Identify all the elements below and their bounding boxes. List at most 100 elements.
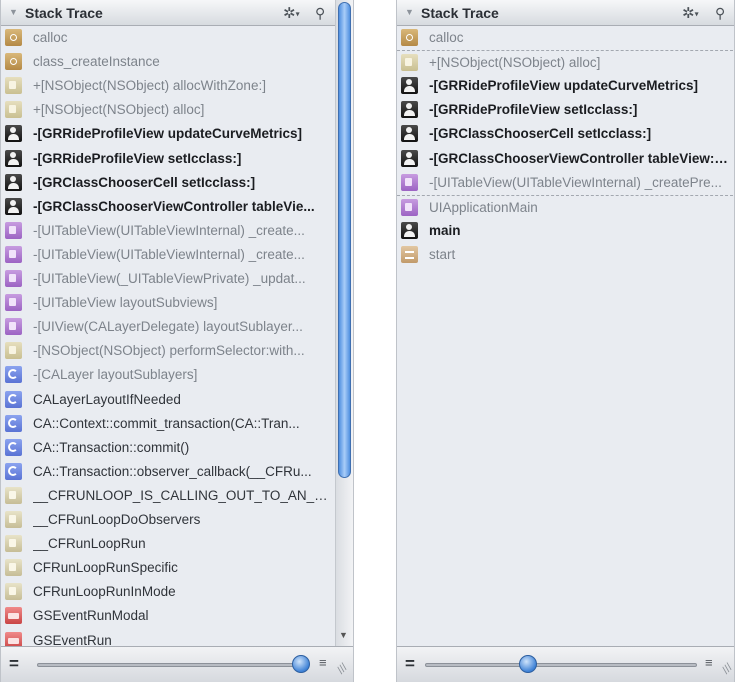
cf-library-icon [5, 535, 22, 553]
cf-library-icon [5, 583, 22, 601]
stack-frame-row[interactable]: CA::Transaction::observer_callback(__CFR… [1, 460, 333, 483]
panel-footer: = ≡ /// [1, 646, 353, 682]
stack-trace-panel-left: ▼ Stack Trace ✲▾ ⚲ calloc class_createIns… [0, 0, 354, 682]
search-icon[interactable]: ⚲ [315, 5, 325, 22]
stack-frame-row[interactable]: -[CALayer layoutSublayers] [1, 363, 333, 386]
stack-frame-symbol: CFRunLoopRunInMode [33, 584, 176, 600]
vertical-scrollbar[interactable]: ▼ [335, 0, 353, 646]
stack-frame-row[interactable]: -[UIView(CALayerDelegate) layoutSublayer… [1, 315, 333, 338]
menu-lines-icon[interactable]: ≡ [705, 655, 713, 670]
detail-slider-track[interactable] [37, 663, 301, 667]
panel-header: ▼ Stack Trace ✲▾ ⚲ [1, 0, 353, 26]
user-library-icon [401, 221, 418, 239]
stack-frame-row[interactable]: __CFRunLoopDoObservers [1, 508, 333, 531]
stack-frame-symbol: CA::Context::commit_transaction(CA::Tran… [33, 415, 300, 431]
stack-frame-symbol: class_createInstance [33, 54, 160, 70]
equals-icon[interactable]: = [9, 654, 19, 674]
detail-slider-track[interactable] [425, 663, 697, 667]
stack-frame-row[interactable]: -[GRClassChooserCell setIcclass:] [1, 171, 333, 194]
stack-frame-row[interactable]: CALayerLayoutIfNeeded [1, 388, 333, 411]
stack-frame-symbol: -[GRRideProfileView setIcclass:] [429, 102, 638, 118]
stack-frame-row[interactable]: start [397, 243, 733, 266]
panel-footer: = ≡ /// [397, 646, 735, 682]
resize-grip-icon[interactable]: /// [335, 662, 350, 677]
scrollbar-thumb[interactable] [338, 2, 351, 478]
stack-frame-symbol: +[NSObject(NSObject) alloc] [429, 55, 601, 71]
resize-grip-icon[interactable]: /// [720, 662, 735, 677]
stack-frame-symbol: __CFRUNLOOP_IS_CALLING_OUT_TO_AN_O... [33, 487, 329, 503]
stack-frame-row[interactable]: -[UITableView(_UITableViewPrivate) _upda… [1, 267, 333, 290]
stack-frame-symbol: -[GRClassChooserViewController tableVie.… [33, 198, 315, 214]
scroll-down-arrow-icon[interactable]: ▼ [339, 630, 348, 640]
stack-frame-row[interactable]: calloc [397, 26, 733, 49]
stack-frame-row[interactable]: UIApplicationMain [397, 194, 733, 218]
cf-library-icon [5, 511, 22, 528]
stack-frame-symbol: -[NSObject(NSObject) performSelector:wit… [33, 343, 305, 359]
stack-frame-row[interactable]: -[GRRideProfileView setIcclass:] [1, 147, 333, 170]
gear-menu-icon[interactable]: ✲▾ [283, 4, 300, 22]
stack-frame-symbol: GSEventRunModal [33, 608, 149, 624]
stack-frame-row[interactable]: GSEventRunModal [1, 604, 333, 627]
stack-frame-row[interactable]: -[GRRideProfileView updateCurveMetrics] [397, 74, 733, 97]
user-library-icon [5, 197, 22, 215]
stack-frame-row[interactable]: CFRunLoopRunInMode [1, 580, 333, 603]
uikit-library-icon [5, 294, 22, 312]
lib-library-icon [5, 29, 22, 46]
stack-frame-symbol: +[NSObject(NSObject) alloc] [33, 102, 205, 118]
stack-frame-row[interactable]: CA::Context::commit_transaction(CA::Tran… [1, 412, 333, 435]
qc-library-icon [5, 366, 22, 384]
stack-frame-row[interactable]: -[GRClassChooserCell setIcclass:] [397, 122, 733, 145]
stack-frame-row[interactable]: -[UITableView(UITableViewInternal) _crea… [1, 219, 333, 242]
stack-frame-symbol: main [429, 222, 461, 238]
stack-frame-row[interactable]: +[NSObject(NSObject) alloc] [397, 50, 733, 73]
stack-frame-row[interactable]: calloc [1, 26, 333, 49]
stack-frame-symbol: -[GRClassChooserViewController tableView… [429, 150, 729, 166]
stack-frame-row[interactable]: __CFRUNLOOP_IS_CALLING_OUT_TO_AN_O... [1, 484, 333, 507]
detail-slider-knob[interactable] [519, 655, 538, 673]
stack-frame-row[interactable]: +[NSObject(NSObject) alloc] [1, 98, 333, 121]
user-library-icon [401, 101, 418, 119]
disclosure-triangle-icon[interactable]: ▼ [405, 7, 414, 17]
stack-frame-symbol: CA::Transaction::observer_callback(__CFR… [33, 463, 312, 479]
detail-slider-knob[interactable] [292, 655, 310, 673]
cf-library-icon [5, 486, 22, 504]
disclosure-triangle-icon[interactable]: ▼ [9, 7, 18, 17]
equals-icon[interactable]: = [405, 654, 415, 674]
uikit-library-icon [5, 245, 22, 263]
gs-library-icon [5, 607, 22, 625]
cf-library-icon [5, 559, 22, 577]
stack-frame-row[interactable]: class_createInstance [1, 50, 333, 73]
stack-frame-symbol: -[UITableView(UITableViewInternal) _crea… [33, 246, 305, 262]
menu-lines-icon[interactable]: ≡ [319, 655, 327, 670]
stack-frame-row[interactable]: __CFRunLoopRun [1, 532, 333, 555]
uikit-library-icon [5, 270, 22, 287]
stack-frame-symbol: +[NSObject(NSObject) allocWithZone:] [33, 78, 266, 94]
stack-frame-symbol: -[GRRideProfileView updateCurveMetrics] [33, 126, 303, 142]
stack-frame-row[interactable]: -[GRRideProfileView updateCurveMetrics] [1, 122, 333, 145]
stack-frame-row[interactable]: main [397, 219, 733, 242]
stack-frame-row[interactable]: CA::Transaction::commit() [1, 436, 333, 459]
gear-menu-icon[interactable]: ✲▾ [682, 4, 699, 22]
stack-frame-row[interactable]: -[UITableView layoutSubviews] [1, 291, 333, 314]
uikit-library-icon [401, 198, 418, 216]
stack-frame-row[interactable]: -[GRRideProfileView setIcclass:] [397, 98, 733, 121]
stack-frame-symbol: UIApplicationMain [429, 199, 538, 215]
stack-frame-row[interactable]: -[NSObject(NSObject) performSelector:wit… [1, 339, 333, 362]
stack-frame-row[interactable]: -[UITableView(UITableViewInternal) _crea… [1, 243, 333, 266]
start-library-icon [401, 245, 418, 263]
lib-library-icon [5, 53, 22, 71]
stack-frame-row[interactable]: -[UITableView(UITableViewInternal) _crea… [397, 171, 733, 194]
stack-frame-symbol: start [429, 246, 456, 262]
stack-frame-row[interactable]: CFRunLoopRunSpecific [1, 556, 333, 579]
search-icon[interactable]: ⚲ [715, 5, 725, 22]
stack-frame-symbol: -[UITableView(_UITableViewPrivate) _upda… [33, 271, 306, 286]
stack-frame-symbol: CALayerLayoutIfNeeded [33, 391, 181, 407]
stack-frame-symbol: CFRunLoopRunSpecific [33, 560, 178, 576]
stack-frame-symbol: __CFRunLoopDoObservers [33, 512, 201, 527]
stack-frame-row[interactable]: +[NSObject(NSObject) allocWithZone:] [1, 74, 333, 97]
stack-frame-row[interactable]: -[GRClassChooserViewController tableVie.… [1, 195, 333, 218]
stack-frame-row[interactable]: -[GRClassChooserViewController tableView… [397, 147, 733, 170]
qc-library-icon [5, 414, 22, 432]
stack-trace-panel-right: ▼ Stack Trace ✲▾ ⚲ calloc +[NSObject(NSOb… [396, 0, 735, 682]
foundation-library-icon [5, 77, 22, 95]
